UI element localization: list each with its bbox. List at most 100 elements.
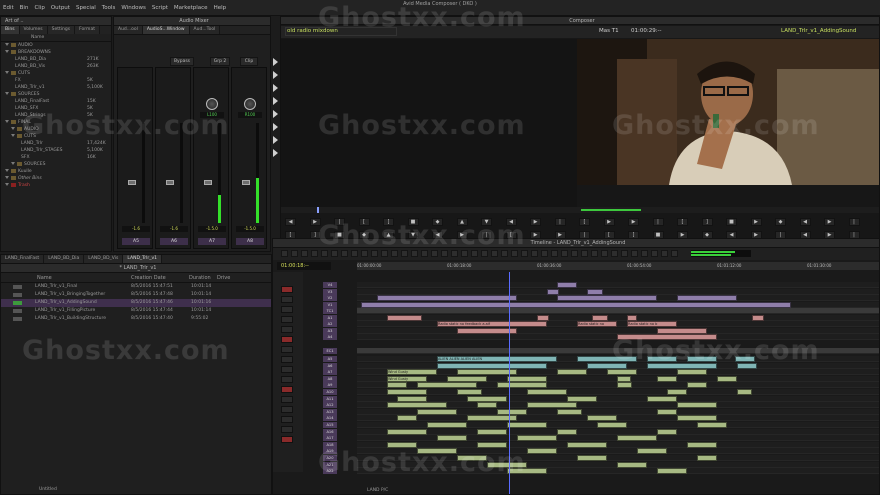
timeline-tool-icon[interactable]: [491, 250, 498, 257]
timeline-tool-icon[interactable]: [461, 250, 468, 257]
track-label[interactable]: V4: [323, 282, 337, 288]
timeline-clip[interactable]: [657, 428, 677, 435]
track-control-button[interactable]: [281, 426, 293, 433]
tab-audiosuite-window[interactable]: AudioS...Window: [142, 26, 190, 34]
list-item[interactable]: LAND_SFX 5K: [15, 105, 111, 112]
timeline-clip[interactable]: [427, 422, 467, 428]
track-label[interactable]: A20: [323, 455, 337, 461]
tab-audio-tool[interactable]: Aud...ool: [114, 26, 143, 34]
timeline-clip[interactable]: [687, 382, 707, 389]
timeline-tool-icon[interactable]: [471, 250, 478, 257]
track-label[interactable]: A13: [323, 408, 337, 415]
track-label[interactable]: A3: [323, 327, 337, 334]
track-label[interactable]: A12: [323, 402, 337, 409]
timeline-tool-icon[interactable]: [521, 250, 528, 257]
timeline-clip[interactable]: ALIEN ALIEN ALIEN ALIEN: [437, 356, 557, 362]
timeline-clip[interactable]: [567, 441, 607, 448]
timeline-tool-icon[interactable]: [331, 250, 338, 257]
arrow-icon[interactable]: [273, 84, 278, 92]
transport-button[interactable]: |: [334, 218, 345, 226]
track-control-button[interactable]: [281, 386, 293, 393]
timeline-clip[interactable]: [597, 422, 627, 428]
timeline-clip[interactable]: [617, 334, 717, 340]
timeline-tool-icon[interactable]: [541, 250, 548, 257]
timeline-tool-icon[interactable]: [601, 250, 608, 257]
timeline-clip[interactable]: [397, 395, 427, 402]
timeline-clip[interactable]: [667, 389, 687, 395]
timeline-clip[interactable]: [647, 356, 677, 362]
list-item[interactable]: FINAL: [5, 119, 31, 126]
channel-label[interactable]: A7: [198, 238, 226, 245]
bypass-button[interactable]: Bypass: [170, 57, 194, 66]
transport-button[interactable]: ■: [726, 218, 737, 226]
transport-button[interactable]: ▲: [456, 218, 468, 226]
track-control-button[interactable]: [281, 286, 293, 293]
timeline-clip[interactable]: [457, 455, 487, 461]
list-item[interactable]: SOURCES: [5, 91, 39, 98]
timeline-clip[interactable]: [687, 356, 717, 362]
transport-button[interactable]: ▼: [481, 218, 492, 226]
timeline-clip[interactable]: [487, 461, 527, 468]
track-lane[interactable]: [357, 468, 879, 475]
list-item[interactable]: LAND_BD_Vis 263K: [15, 63, 111, 70]
list-item[interactable]: LAND_BD_Dia 271K: [15, 56, 111, 63]
track-label[interactable]: A18: [323, 441, 337, 448]
timeline-tool-icon[interactable]: [621, 250, 628, 257]
timeline-clip[interactable]: [527, 448, 557, 455]
clip-button[interactable]: Clip: [240, 57, 258, 66]
track-label[interactable]: A5: [323, 356, 337, 362]
track-lane[interactable]: [357, 321, 879, 327]
timeline-clip[interactable]: [577, 455, 607, 461]
timeline-tool-icon[interactable]: [451, 250, 458, 257]
timeline-clip[interactable]: [717, 375, 737, 382]
track-label[interactable]: A22: [323, 468, 337, 475]
timeline-clip[interactable]: Radio static no b: [627, 321, 677, 327]
timeline-clip[interactable]: [447, 375, 487, 382]
timeline-tool-icon[interactable]: [561, 250, 568, 257]
timeline-clip[interactable]: [547, 288, 559, 295]
track-control-button[interactable]: [281, 306, 293, 313]
timeline-tool-icon[interactable]: [611, 250, 618, 257]
list-item[interactable]: Trash: [5, 182, 30, 189]
timeline-clip[interactable]: [507, 468, 547, 475]
timeline-clip[interactable]: [477, 402, 497, 409]
transport-button[interactable]: ◀: [799, 218, 811, 226]
channel-label[interactable]: A6: [160, 238, 188, 245]
timeline-clip[interactable]: [361, 301, 791, 308]
track-label[interactable]: A10: [323, 389, 337, 395]
timeline-clip[interactable]: [647, 395, 677, 402]
track-lane[interactable]: [357, 327, 879, 334]
timeline-clip[interactable]: [387, 402, 447, 409]
channel-label[interactable]: A8: [236, 238, 264, 245]
timeline-clip[interactable]: [557, 428, 577, 435]
list-item[interactable]: FX 5K: [15, 77, 111, 84]
timeline-tool-icon[interactable]: [301, 250, 308, 257]
transport-button[interactable]: [: [677, 218, 688, 226]
timeline-clip[interactable]: [417, 448, 457, 455]
track-label[interactable]: A2: [323, 321, 337, 327]
timeline-clip[interactable]: [497, 382, 547, 389]
timeline-clip[interactable]: [387, 314, 422, 321]
timeline-clip[interactable]: [497, 408, 527, 415]
timeline-clip[interactable]: [477, 441, 507, 448]
timeline-clip[interactable]: [517, 435, 557, 442]
list-item[interactable]: LAND_Trlr_STAGES 5,100K: [21, 147, 111, 154]
timeline-clip[interactable]: Wind Gusty: [387, 375, 427, 382]
timeline-clip[interactable]: [687, 441, 717, 448]
timeline-clip[interactable]: Wind Gusty: [387, 369, 437, 376]
transport-button[interactable]: |: [848, 218, 860, 226]
arrow-icon[interactable]: [273, 123, 278, 131]
list-item[interactable]: LAND_Strings 5K: [15, 112, 111, 119]
bin-row[interactable]: LAND_Trlr_v1_BuildingStructure 8/5/2016 1…: [1, 315, 271, 323]
bin-tab-finalfast[interactable]: LAND_FinalFast: [1, 255, 45, 263]
timeline-clip[interactable]: [647, 362, 717, 369]
list-item[interactable]: CUTS: [5, 70, 30, 77]
timeline-tool-icon[interactable]: [291, 250, 298, 257]
timeline-clip[interactable]: [587, 362, 627, 369]
timeline-tool-icon[interactable]: [391, 250, 398, 257]
timeline-clip[interactable]: [387, 441, 417, 448]
track-label[interactable]: A21: [323, 461, 337, 468]
timeline-tool-icon[interactable]: [641, 250, 648, 257]
track-label[interactable]: A8: [323, 375, 337, 382]
track-label[interactable]: A14: [323, 415, 337, 422]
